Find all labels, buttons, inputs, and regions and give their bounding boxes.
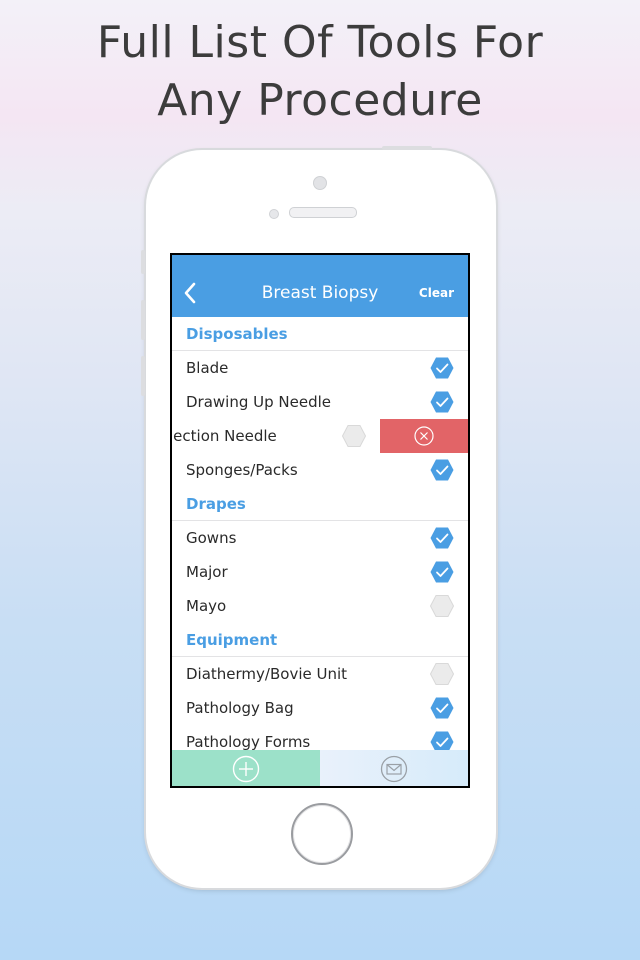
item-label: Pathology Forms (186, 733, 311, 751)
email-button[interactable] (320, 750, 468, 786)
delete-x-icon (414, 426, 434, 446)
item-label: Pathology Bag (186, 699, 294, 717)
navigation-bar: Breast Biopsy Clear (172, 255, 468, 317)
clear-button[interactable]: Clear (419, 286, 454, 300)
volume-up-button (141, 300, 145, 340)
proximity-sensor (269, 209, 279, 219)
marketing-headline: Full List Of Tools For Any Procedure (0, 14, 640, 130)
front-camera (313, 176, 327, 190)
item-label: Mayo (186, 597, 227, 615)
section-title: Disposables (186, 325, 288, 343)
item-label: Drawing Up Needle (186, 393, 332, 411)
section-header: Drapes (172, 487, 468, 521)
list-item[interactable]: jection Needle (172, 419, 468, 453)
list-item[interactable]: Diathermy/Bovie Unit (172, 657, 468, 691)
add-circle-icon (232, 755, 260, 783)
checked-hexagon-icon[interactable] (430, 560, 454, 584)
unchecked-hexagon-icon[interactable] (341, 424, 367, 448)
checked-hexagon-icon[interactable] (430, 696, 454, 720)
earpiece-speaker (289, 207, 357, 218)
item-label: Diathermy/Bovie Unit (186, 665, 348, 683)
item-label: Sponges/Packs (186, 461, 298, 479)
home-button[interactable] (291, 803, 353, 865)
list-item[interactable]: Pathology Bag (172, 691, 468, 725)
add-button[interactable] (172, 750, 320, 786)
app-screen: Breast Biopsy Clear Disposables Blade Draw… (172, 255, 468, 786)
phone-frame: Breast Biopsy Clear Disposables Blade Draw… (141, 146, 496, 888)
section-title: Equipment (186, 631, 278, 649)
list-item[interactable]: Mayo (172, 589, 468, 623)
headline-line-2: Any Procedure (157, 75, 483, 126)
checked-hexagon-icon[interactable] (430, 390, 454, 414)
item-label: Blade (186, 359, 229, 377)
section-title: Drapes (186, 495, 246, 513)
unchecked-hexagon-icon[interactable] (429, 662, 455, 686)
unchecked-hexagon-icon[interactable] (429, 594, 455, 618)
mute-switch (141, 250, 145, 274)
power-button (382, 146, 432, 150)
mail-icon (380, 755, 408, 783)
headline-line-1: Full List Of Tools For (96, 17, 544, 68)
list-item[interactable]: Drawing Up Needle (172, 385, 468, 419)
checked-hexagon-icon[interactable] (430, 526, 454, 550)
tool-list: Disposables Blade Drawing Up Needle jection… (172, 317, 468, 759)
section-header: Equipment (172, 623, 468, 657)
volume-down-button (141, 356, 145, 396)
phone-screen: Breast Biopsy Clear Disposables Blade Draw… (170, 253, 470, 788)
item-label: jection Needle (172, 427, 277, 445)
list-item[interactable]: Blade (172, 351, 468, 385)
delete-button[interactable] (380, 419, 468, 453)
list-item[interactable]: Sponges/Packs (172, 453, 468, 487)
section-header: Disposables (172, 317, 468, 351)
list-item[interactable]: Major (172, 555, 468, 589)
bottom-toolbar (172, 750, 468, 786)
checked-hexagon-icon[interactable] (430, 458, 454, 482)
item-label: Major (186, 563, 228, 581)
item-label: Gowns (186, 529, 237, 547)
list-item[interactable]: Gowns (172, 521, 468, 555)
checked-hexagon-icon[interactable] (430, 356, 454, 380)
